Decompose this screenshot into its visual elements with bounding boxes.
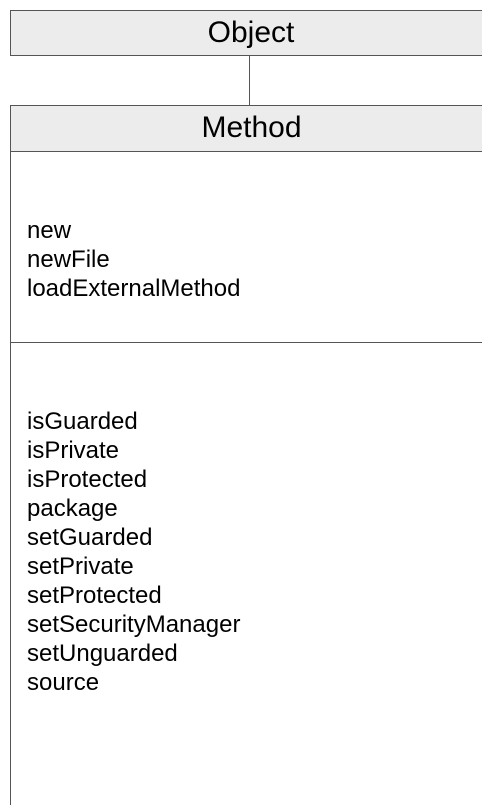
- instance-method-item: source: [27, 669, 100, 696]
- instance-method-item: isGuarded: [27, 408, 138, 435]
- instance-method-item: setUnguarded: [27, 640, 178, 667]
- instance-method-item: setGuarded: [27, 524, 153, 551]
- instance-method-item: setSecurityManager: [27, 611, 241, 638]
- instance-method-item: isPrivate: [27, 437, 120, 464]
- class-name: Method: [201, 111, 302, 144]
- parent-class-name: Object: [207, 16, 295, 49]
- class-box: Method new newFile loadExternalMethod is…: [10, 105, 482, 805]
- class-header: Method: [11, 106, 482, 152]
- class-methods-section: new newFile loadExternalMethod: [11, 152, 482, 343]
- parent-class-box: Object: [10, 10, 482, 56]
- instance-method-item: setProtected: [27, 582, 162, 609]
- instance-methods-section: isGuarded isPrivate isProtected package …: [11, 343, 482, 697]
- instance-method-item: setPrivate: [27, 553, 134, 580]
- instance-method-item: package: [27, 495, 118, 522]
- class-method-item: new: [27, 217, 72, 244]
- instance-method-item: isProtected: [27, 466, 148, 493]
- class-method-item: loadExternalMethod: [27, 275, 241, 302]
- class-method-item: newFile: [27, 246, 110, 273]
- inheritance-connector: [249, 55, 250, 106]
